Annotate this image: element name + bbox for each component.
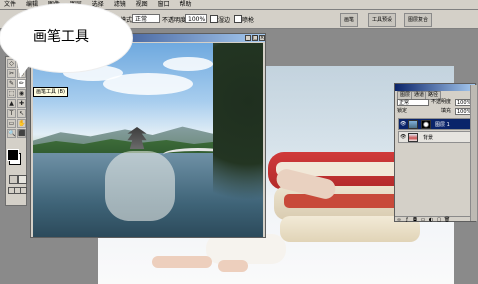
layer-mask-thumbnail[interactable] [421, 120, 431, 129]
type-tool[interactable]: T [7, 109, 16, 118]
callout-text: 画笔工具 [33, 29, 89, 45]
gradient-tool[interactable]: ✚ [17, 99, 26, 108]
crop-tool[interactable]: ✎ [7, 79, 16, 88]
adjust-icon[interactable]: ◐ [427, 217, 435, 223]
quick-mask-icon[interactable] [18, 175, 27, 184]
cloud [163, 57, 213, 71]
layers-scrollbar[interactable] [470, 85, 477, 221]
baby-leg [152, 256, 212, 268]
hand-tool[interactable]: ✋ [17, 119, 26, 128]
wet-edges-checkbox[interactable] [210, 15, 218, 23]
tab-brushes[interactable]: 画笔 [340, 13, 359, 27]
set-icon[interactable]: ▭ [419, 217, 427, 223]
lake-scene-canvas[interactable] [33, 43, 263, 237]
fx-icon[interactable]: ƒ [403, 217, 411, 223]
menu-window[interactable]: 窗口 [154, 0, 174, 9]
airbrush-checkbox[interactable] [234, 15, 242, 23]
menu-help[interactable]: 帮助 [176, 0, 196, 9]
toolbox: ◇ ⌗ ✂ ◎ ✎ ✏ ⬚ ◉ ▲ ✚ T ↖ ▭ ✋ 🔍 ⬛ [5, 56, 27, 206]
minimize-icon[interactable]: _ [245, 35, 251, 41]
menu-file[interactable]: 文件 [0, 0, 20, 9]
layer-name[interactable]: 背景 [423, 135, 433, 141]
layer-row-layer1[interactable]: 👁 图层 1 [398, 118, 474, 130]
foreground-tree [213, 43, 263, 237]
baby-leg [218, 260, 248, 272]
maximize-icon[interactable]: □ [252, 35, 258, 41]
layers-footer: ∞ ƒ ◘ ▭ ◐ ▢ 🗑 [395, 216, 475, 223]
stamp-tool[interactable]: ⬚ [7, 89, 16, 98]
cloud [103, 73, 193, 95]
close-icon[interactable]: × [259, 35, 265, 41]
layers-panel: 图层 通道 路径 正常 不透明度 100% 锁定 填充 100% 👁 图层 1 … [394, 83, 476, 223]
path-select-tool[interactable]: ↖ [17, 109, 26, 118]
menu-filter[interactable]: 滤镜 [110, 0, 130, 9]
mode-select[interactable]: 正常 [132, 14, 160, 23]
layer-thumbnail [408, 133, 418, 142]
new-layer-icon[interactable]: ▢ [435, 217, 443, 223]
wet-edges-label: 湿边 [218, 17, 231, 24]
callout-tail [12, 56, 34, 80]
baby-body [206, 234, 286, 264]
tab-tool-presets[interactable]: 工具预设 [368, 13, 397, 27]
zoom-tool[interactable]: 🔍 [7, 129, 16, 138]
eyedropper-tool[interactable]: ⬛ [17, 129, 26, 138]
layer-row-background[interactable]: 👁 背景 [398, 131, 474, 143]
screen-mode-icon[interactable] [20, 187, 27, 194]
opacity-label: 不透明度 [162, 17, 187, 24]
layer-name[interactable]: 图层 1 [435, 122, 450, 128]
visibility-eye-icon[interactable]: 👁 [400, 135, 406, 140]
blend-mode-select[interactable]: 正常 [397, 99, 429, 106]
airbrush-label: 喷枪 [242, 17, 255, 24]
brush-tool-tooltip: 画笔工具 (B) [33, 87, 68, 97]
opacity-field[interactable]: 100% [185, 14, 207, 23]
layers-panel-title-bar[interactable] [395, 84, 475, 91]
mask-icon[interactable]: ◘ [411, 217, 419, 223]
shape-tool[interactable]: ▭ [7, 119, 16, 128]
link-icon[interactable]: ∞ [395, 217, 403, 223]
tab-layer-comps[interactable]: 图层复合 [404, 13, 433, 27]
menu-view[interactable]: 视图 [132, 0, 152, 9]
opacity-label: 不透明度 [431, 99, 452, 105]
standard-mode-icon[interactable] [9, 175, 18, 184]
blended-baby-layer [105, 151, 175, 221]
foreground-color-swatch[interactable] [7, 149, 19, 161]
visibility-eye-icon[interactable]: 👁 [400, 122, 406, 127]
fill-label: 填充 [441, 108, 452, 114]
brush-tool[interactable]: ✏ [17, 79, 26, 88]
trash-icon[interactable]: 🗑 [443, 217, 451, 223]
eraser-tool[interactable]: ▲ [7, 99, 16, 108]
history-brush-tool[interactable]: ◉ [17, 89, 26, 98]
layer-thumbnail [408, 120, 418, 129]
lock-label: 锁定 [397, 108, 408, 114]
